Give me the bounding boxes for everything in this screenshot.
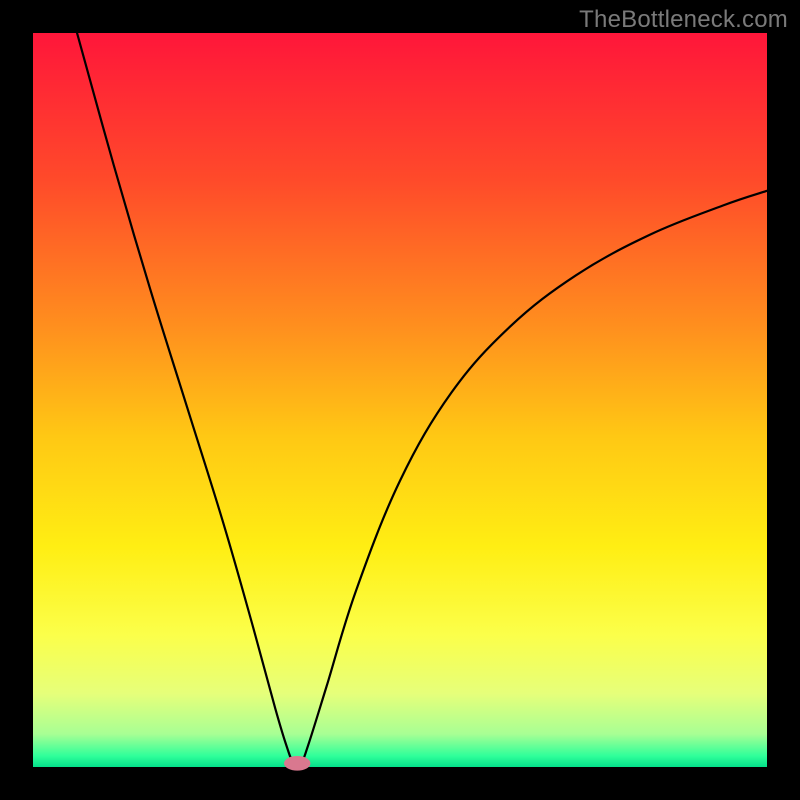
optimum-marker	[284, 756, 310, 771]
watermark-text: TheBottleneck.com	[579, 6, 788, 34]
bottleneck-chart	[0, 0, 800, 800]
plot-background	[33, 33, 767, 767]
chart-frame: TheBottleneck.com	[0, 0, 800, 800]
